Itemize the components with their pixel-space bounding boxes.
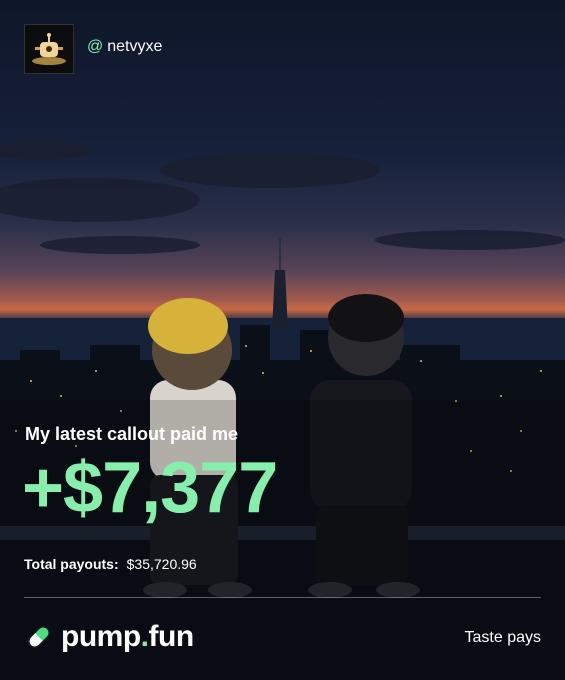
share-card: @ netvyxe My latest callout paid me +$7,3… [0,0,565,680]
robot-avatar-icon [32,33,66,65]
brand-dot: . [140,620,149,653]
callout-headline: My latest callout paid me [25,424,239,444]
brand-name-part1: pump [61,620,141,653]
total-payouts-label: Total payouts: [24,556,119,572]
brand-name-part2: fun [148,620,195,653]
brand-name: pump.fun [61,620,194,654]
avatar[interactable] [24,24,74,74]
tagline: Taste pays [464,629,541,646]
total-payouts: Total payouts: $35,720.96 [24,556,197,572]
username-handle[interactable]: @ netvyxe [87,38,162,56]
payout-amount: +$7,377 [22,448,278,528]
at-symbol: @ [87,38,104,55]
brand-logo[interactable]: pump.fun [25,620,194,654]
city-skyline-background [0,140,565,680]
pill-icon [28,626,50,648]
total-payouts-value: $35,720.96 [126,556,197,572]
divider [24,597,541,598]
username: netvyxe [107,38,163,55]
